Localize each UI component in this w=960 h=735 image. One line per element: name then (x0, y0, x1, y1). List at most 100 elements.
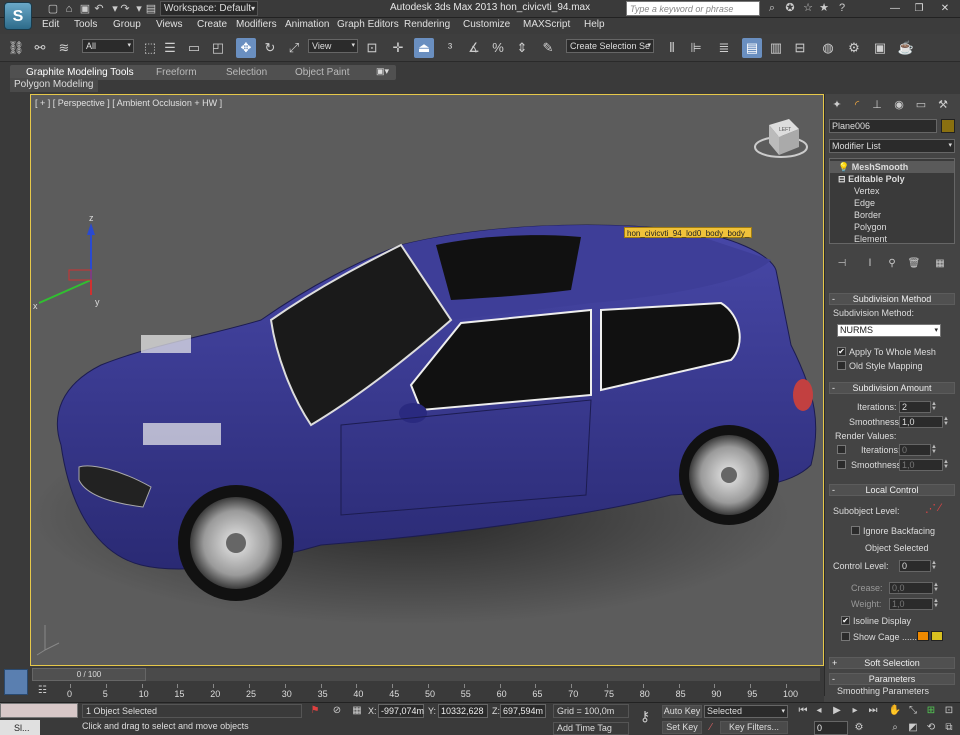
select-manipulate-icon[interactable]: ✛ (388, 38, 408, 58)
render-setup-icon[interactable]: ⚙ (844, 38, 864, 58)
absolute-mode-icon[interactable]: ▦ (350, 704, 364, 718)
field-of-view-icon[interactable]: ◩ (906, 721, 920, 735)
project-folder-icon[interactable]: ▤ (144, 2, 158, 16)
spinner-arrows-icon[interactable]: ▲ ▼ (931, 444, 939, 455)
zoom-all-icon[interactable]: ⧉ (942, 721, 956, 735)
create-panel-icon[interactable]: ✦ (829, 97, 845, 113)
apply-whole-mesh-checkbox[interactable]: ✔ (837, 347, 846, 356)
edge-subobject-icon[interactable]: ⁄ (939, 502, 941, 514)
utilities-panel-icon[interactable]: ⚒ (935, 97, 951, 113)
spinner-snap-icon[interactable]: ⇕ (512, 38, 532, 58)
lightbulb-icon[interactable]: 💡 (838, 162, 849, 172)
motion-panel-icon[interactable]: ◉ (891, 97, 907, 113)
cage-color-swatch-2[interactable] (931, 631, 943, 641)
smoothness-spinner[interactable]: 1,0 ▲ ▼ (899, 416, 949, 428)
menu-group[interactable]: Group (113, 19, 141, 30)
select-and-rotate-icon[interactable]: ↻ (260, 38, 280, 58)
make-unique-icon[interactable]: ⚲ (885, 257, 899, 271)
snaps-toggle-icon[interactable]: ³ (440, 38, 460, 58)
key-icon[interactable]: ⚷ (638, 709, 652, 723)
spinner-arrows-icon[interactable]: ▲ ▼ (933, 598, 941, 609)
iterations-spinner[interactable]: 2 ▲ ▼ (899, 401, 937, 413)
play-icon[interactable]: ▶ (830, 704, 844, 718)
app-menu-button[interactable]: S (4, 2, 32, 30)
time-slider-track[interactable] (146, 668, 820, 681)
weight-spinner[interactable]: 1,0 ▲ ▼ (889, 598, 939, 610)
tab-graphite-modeling-tools[interactable]: Graphite Modeling Tools (26, 67, 134, 78)
maxscript-listener[interactable] (0, 703, 78, 718)
align-icon[interactable]: ⊫ (686, 38, 706, 58)
edit-named-selection-icon[interactable]: ✎ (538, 38, 558, 58)
auto-key-button[interactable]: Auto Key (662, 705, 702, 718)
render-iterations-spinner[interactable]: 0 ▲ ▼ (899, 444, 937, 456)
keyboard-shortcut-override-icon[interactable]: ⏏ (414, 38, 434, 58)
rectangular-selection-icon[interactable]: ▭ (184, 38, 204, 58)
menu-edit[interactable]: Edit (42, 19, 59, 30)
menu-help[interactable]: Help (584, 19, 605, 30)
gizmo-x-axis[interactable] (38, 279, 92, 304)
hierarchy-panel-icon[interactable]: ⊥ (869, 97, 885, 113)
zoom-icon[interactable]: ⌕ (888, 721, 902, 735)
graphite-ribbon-icon[interactable]: ▤ (742, 38, 762, 58)
spinner-arrows-icon[interactable]: ▲ ▼ (933, 582, 941, 593)
curve-editor-icon[interactable]: ▥ (766, 38, 786, 58)
select-by-name-icon[interactable]: ☰ (160, 38, 180, 58)
save-file-icon[interactable]: ▣ (78, 2, 92, 16)
display-panel-icon[interactable]: ▭ (913, 97, 929, 113)
ribbon-panel-polygon-modeling[interactable]: Polygon Modeling (10, 78, 98, 92)
favorites-icon[interactable]: ★ (816, 1, 832, 16)
new-file-icon[interactable]: ▢ (46, 2, 60, 16)
ignore-backfacing-checkbox[interactable] (851, 526, 860, 535)
rollout-parameters[interactable]: - Parameters (829, 673, 955, 685)
unlink-icon[interactable]: ⚯ (30, 38, 50, 58)
percent-snap-icon[interactable]: % (488, 38, 508, 58)
reference-coordinate-dropdown[interactable]: View ▾ (308, 39, 358, 53)
rollout-subdivision-amount[interactable]: - Subdivision Amount (829, 382, 955, 394)
subdivision-method-dropdown[interactable]: NURMS ▾ (837, 324, 941, 337)
menu-tools[interactable]: Tools (74, 19, 97, 30)
link-icon[interactable]: ⛓ (6, 38, 26, 58)
undo-icon[interactable]: ↶ (92, 2, 106, 16)
binoculars-icon[interactable]: ⌕ (764, 1, 780, 16)
track-bar[interactable]: 0 5 10 15 20 25 30 35 40 45 50 55 60 65 70 75 80 85 90 95 10… (67, 684, 824, 702)
workspace-dropdown[interactable]: Workspace: Default ▾ (160, 1, 258, 16)
help-icon[interactable]: ? (834, 1, 850, 16)
key-mode-dropdown[interactable]: Selected ▾ (704, 705, 788, 718)
stack-item-edge[interactable]: Edge (830, 197, 954, 209)
subscription-icon[interactable]: ✪ (782, 1, 798, 16)
communication-icon[interactable]: ☆ (800, 1, 816, 16)
tab-object-paint[interactable]: Object Paint (295, 67, 349, 78)
remove-modifier-icon[interactable]: 🗑 (907, 257, 921, 271)
pan-view-icon[interactable]: ✋ (888, 704, 902, 718)
selection-filter-dropdown[interactable]: All ▾ (82, 39, 134, 53)
cage-color-swatch-1[interactable] (917, 631, 929, 641)
default-in-out-tangent-icon[interactable]: ⁄ (704, 721, 718, 735)
render-production-icon[interactable]: ☕ (896, 38, 916, 58)
material-editor-icon[interactable]: ◍ (818, 38, 838, 58)
rollout-subdivision-method[interactable]: - Subdivision Method (829, 293, 955, 305)
stack-item-polygon[interactable]: Polygon (830, 221, 954, 233)
time-slider[interactable]: 0 / 100 (32, 668, 146, 681)
modify-panel-icon[interactable]: ◜ (849, 97, 865, 113)
angle-snap-icon[interactable]: ∡ (464, 38, 484, 58)
mini-curve-editor-toggle[interactable] (4, 669, 28, 695)
go-to-start-icon[interactable]: ⏮ (796, 704, 810, 718)
stack-item-vertex[interactable]: Vertex (830, 185, 954, 197)
open-file-icon[interactable]: ⌂ (62, 2, 76, 16)
restore-icon[interactable]: ❐ (908, 1, 930, 16)
tab-freeform[interactable]: Freeform (156, 67, 197, 78)
search-input[interactable]: Type a keyword or phrase (626, 1, 760, 16)
spinner-arrows-icon[interactable]: ▲ ▼ (931, 560, 939, 571)
gizmo-plane[interactable] (68, 269, 92, 281)
vertex-subobject-icon[interactable]: ⋰ (925, 502, 936, 515)
isoline-display-checkbox[interactable]: ✔ (841, 616, 850, 625)
stack-item-editable-poly[interactable]: ⊟ Editable Poly (830, 173, 954, 185)
pivot-center-icon[interactable]: ⊡ (362, 38, 382, 58)
pin-stack-icon[interactable]: ⊣ (835, 257, 849, 271)
minimize-icon[interactable]: — (884, 1, 906, 16)
menu-animation[interactable]: Animation (285, 19, 329, 30)
rollout-local-control[interactable]: - Local Control (829, 484, 955, 496)
mirror-icon[interactable]: ⫴ (662, 38, 682, 58)
key-filters-button[interactable]: Key Filters... (720, 721, 788, 734)
render-smoothness-checkbox[interactable] (837, 460, 846, 469)
